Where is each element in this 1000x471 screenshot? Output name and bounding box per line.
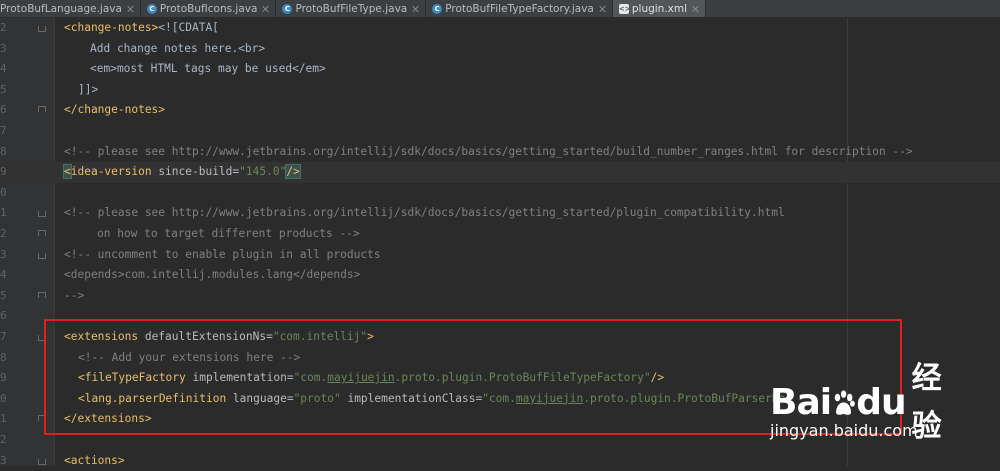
xml-comment: <!-- please see http://www.jetbrains.org… (64, 206, 785, 220)
code-line[interactable]: 5 ]]> (0, 80, 1000, 101)
line-number: 3 (0, 453, 7, 467)
cdata-text: <em>most HTML tags may be used</em> (90, 62, 326, 76)
tab-protobuflanguage[interactable]: ProtoBufLanguage.java (0, 0, 141, 17)
code-line[interactable]: 7 (0, 121, 1000, 142)
logo-text-bai: Bai (770, 382, 832, 423)
fold-icon[interactable] (38, 291, 46, 298)
close-icon[interactable] (599, 5, 607, 13)
xml-file-icon: <> (618, 3, 631, 14)
line-number: 2 (0, 227, 7, 240)
java-class-icon: C (282, 3, 293, 14)
code-line[interactable]: 3 Add change notes here.<br> (0, 39, 1000, 60)
bracket-highlight: /> (285, 164, 301, 180)
tab-protobuffiletypefactory[interactable]: C ProtoBufFileTypeFactory.java (426, 0, 613, 17)
tab-protobuffiletype[interactable]: C ProtoBufFileType.java (276, 0, 427, 17)
line-number: 9 (0, 165, 7, 179)
line-number: 3 (0, 41, 7, 55)
xml-tag: idea-version (70, 165, 152, 179)
tab-label: ProtoBufFileTypeFactory.java (445, 2, 594, 15)
code-line[interactable]: 2 on how to target different products --… (0, 224, 1000, 245)
code-line[interactable]: 2 <change-notes><![CDATA[ (0, 18, 1000, 39)
xml-comment: on how to target different products --> (97, 227, 360, 240)
line-number: 0 (0, 185, 7, 199)
line-number: 3 (0, 247, 7, 261)
java-class-icon: C (432, 3, 443, 14)
line-number: 4 (0, 62, 7, 76)
fold-icon[interactable] (38, 211, 46, 218)
baidu-jingyan-watermark: Bai du 经验 jingyan.baidu.com (770, 355, 950, 455)
fold-icon[interactable] (38, 26, 46, 32)
xml-attribute-value: "145.0" (239, 165, 287, 179)
close-icon[interactable] (692, 5, 700, 13)
code-line[interactable]: 8 <!-- please see http://www.jetbrains.o… (0, 142, 1000, 163)
tab-label: ProtoBufLanguage.java (0, 2, 122, 15)
xml-tag: <change-notes> (64, 21, 159, 34)
fold-icon[interactable] (38, 458, 46, 465)
xml-tag: </change-notes> (64, 103, 166, 117)
line-number: 4 (0, 268, 7, 282)
fold-icon[interactable] (38, 106, 46, 113)
code-line[interactable]: 6 </change-notes> (0, 100, 1000, 121)
fold-icon[interactable] (38, 252, 46, 259)
close-icon[interactable] (127, 5, 135, 13)
line-number: 0 (0, 391, 7, 405)
code-line[interactable]: 4 <depends>com.intellij.modules.lang</de… (0, 265, 1000, 286)
tab-label: ProtoBufFileType.java (295, 2, 408, 15)
tab-protobuficons[interactable]: C ProtoBufIcons.java (141, 0, 277, 17)
code-line-current[interactable]: 9 <idea-version since-build="145.0"/> (0, 162, 1000, 183)
xml-attribute: since-build (151, 165, 233, 179)
xml-tag: <actions> (64, 453, 125, 467)
line-number: 6 (0, 103, 7, 117)
xml-comment: <!-- uncomment to enable plugin in all p… (64, 247, 381, 261)
fold-icon[interactable] (38, 230, 46, 236)
xml-comment: <depends>com.intellij.modules.lang</depe… (64, 268, 361, 282)
line-number: 7 (0, 124, 7, 137)
line-number: 1 (0, 206, 7, 220)
line-number: 2 (0, 21, 7, 34)
java-class-icon: C (146, 3, 157, 14)
code-line[interactable]: 0 (0, 183, 1000, 204)
line-number: 8 (0, 144, 7, 158)
xml-comment: --> (64, 288, 85, 302)
paw-icon (834, 390, 855, 415)
logo-text-du: du (856, 382, 906, 423)
cdata-text: Add change notes here.<br> (90, 41, 266, 55)
xml-comment: <!-- please see http://www.jetbrains.org… (64, 144, 913, 158)
editor-tab-bar: ProtoBufLanguage.java C ProtoBufIcons.ja… (0, 0, 1000, 18)
cdata-text: ]]> (78, 82, 99, 96)
code-line[interactable]: 1 <!-- please see http://www.jetbrains.o… (0, 203, 1000, 224)
tab-plugin-xml[interactable]: <> plugin.xml (612, 0, 707, 17)
close-icon[interactable] (412, 5, 420, 13)
line-number: 1 (0, 412, 7, 426)
line-number: 5 (0, 288, 7, 302)
bracket-highlight: < (63, 164, 72, 180)
line-number: 8 (0, 350, 7, 364)
line-number: 5 (0, 82, 7, 96)
watermark-url: jingyan.baidu.com (770, 421, 918, 440)
tab-label: ProtoBufIcons.java (159, 2, 258, 15)
close-icon[interactable] (262, 5, 270, 13)
cdata-text: <![CDATA[ (158, 21, 219, 34)
line-number: 9 (0, 371, 7, 385)
code-line[interactable]: 4 <em>most HTML tags may be used</em> (0, 59, 1000, 80)
line-number: 7 (0, 330, 7, 343)
code-line[interactable]: 5 --> (0, 286, 1000, 307)
tab-label: plugin.xml (631, 2, 688, 15)
line-number: 6 (0, 309, 7, 323)
line-number: 2 (0, 433, 7, 446)
code-line[interactable]: 3 <!-- uncomment to enable plugin in all… (0, 245, 1000, 266)
